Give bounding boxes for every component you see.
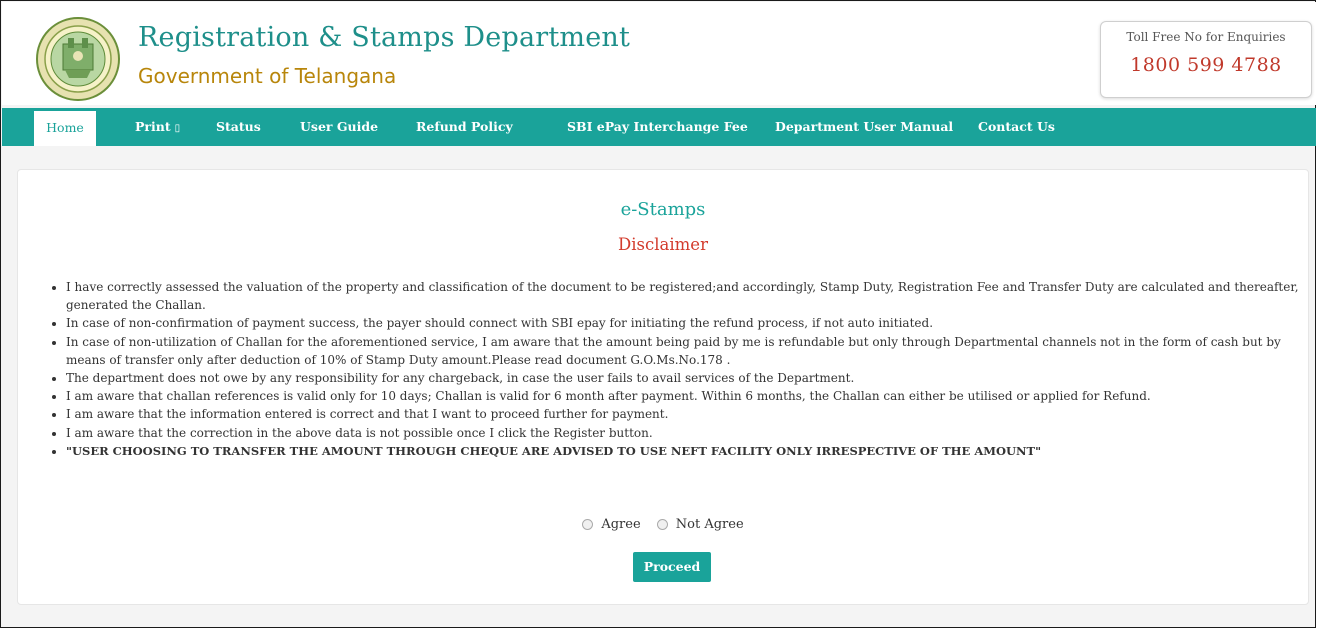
nav-item-label: Refund Policy (416, 119, 513, 134)
nav-item-contact-us[interactable]: Contact Us (978, 108, 1055, 146)
nav-item-home[interactable]: Home (34, 111, 96, 146)
site-title: Registration & Stamps Department (138, 22, 631, 53)
page-title: e-Stamps (620, 199, 706, 220)
nav-item-department-user-manual[interactable]: Department User Manual (775, 108, 953, 146)
nav-item-label: SBI ePay Interchange Fee (567, 119, 748, 134)
nav-item-refund-policy[interactable]: Refund Policy (416, 108, 513, 146)
disclaimer-item: I am aware that the information entered … (66, 405, 1306, 423)
nav-item-label: User Guide (300, 119, 379, 134)
agree-label: Agree (601, 517, 641, 532)
nav-item-print[interactable]: Print ▯ (135, 108, 180, 146)
disclaimer-card: e-Stamps Disclaimer I have correctly ass… (17, 169, 1309, 605)
proceed-button[interactable]: Proceed (633, 552, 711, 582)
site-subtitle: Government of Telangana (138, 64, 397, 88)
disclaimer-item: "USER CHOOSING TO TRANSFER THE AMOUNT TH… (66, 442, 1306, 460)
nav-item-label: Status (216, 119, 261, 134)
not-agree-radio[interactable] (656, 519, 668, 530)
consent-options: Agree Not Agree (18, 517, 1308, 534)
agree-radio[interactable] (582, 519, 594, 530)
disclaimer-list: I have correctly assessed the valuation … (46, 278, 1306, 460)
disclaimer-item: I have correctly assessed the valuation … (66, 278, 1306, 314)
site-header: Registration & Stamps Department Governm… (2, 2, 1316, 105)
toll-free-box: Toll Free No for Enquiries 1800 599 4788 (1100, 21, 1312, 98)
dropdown-caret-icon: ▯ (174, 123, 181, 134)
toll-free-number: 1800 599 4788 (1130, 54, 1282, 76)
main-nav: Home Print ▯ Status User Guide Refund Pol… (2, 108, 1316, 146)
disclaimer-heading: Disclaimer (618, 235, 708, 254)
not-agree-option[interactable]: Not Agree (656, 517, 744, 532)
nav-item-sbi-epay-fee[interactable]: SBI ePay Interchange Fee (567, 108, 748, 146)
disclaimer-item: The department does not owe by any respo… (66, 369, 1306, 387)
telangana-emblem-icon (36, 17, 120, 101)
disclaimer-item: In case of non-utilization of Challan fo… (66, 333, 1306, 369)
nav-item-label: Print (135, 119, 171, 134)
page-frame: Registration & Stamps Department Governm… (0, 0, 1316, 628)
not-agree-label: Not Agree (675, 517, 744, 532)
disclaimer-item: I am aware that challan references is va… (66, 387, 1306, 405)
agree-option[interactable]: Agree (582, 517, 641, 532)
toll-free-label: Toll Free No for Enquiries (1126, 30, 1286, 44)
nav-item-label: Department User Manual (775, 119, 954, 134)
nav-item-label: Contact Us (978, 119, 1055, 134)
disclaimer-item: I am aware that the correction in the ab… (66, 424, 1306, 442)
disclaimer-item: In case of non-confirmation of payment s… (66, 314, 1306, 332)
nav-item-status[interactable]: Status (216, 108, 261, 146)
nav-item-label: Home (46, 120, 84, 135)
nav-item-user-guide[interactable]: User Guide (300, 108, 378, 146)
